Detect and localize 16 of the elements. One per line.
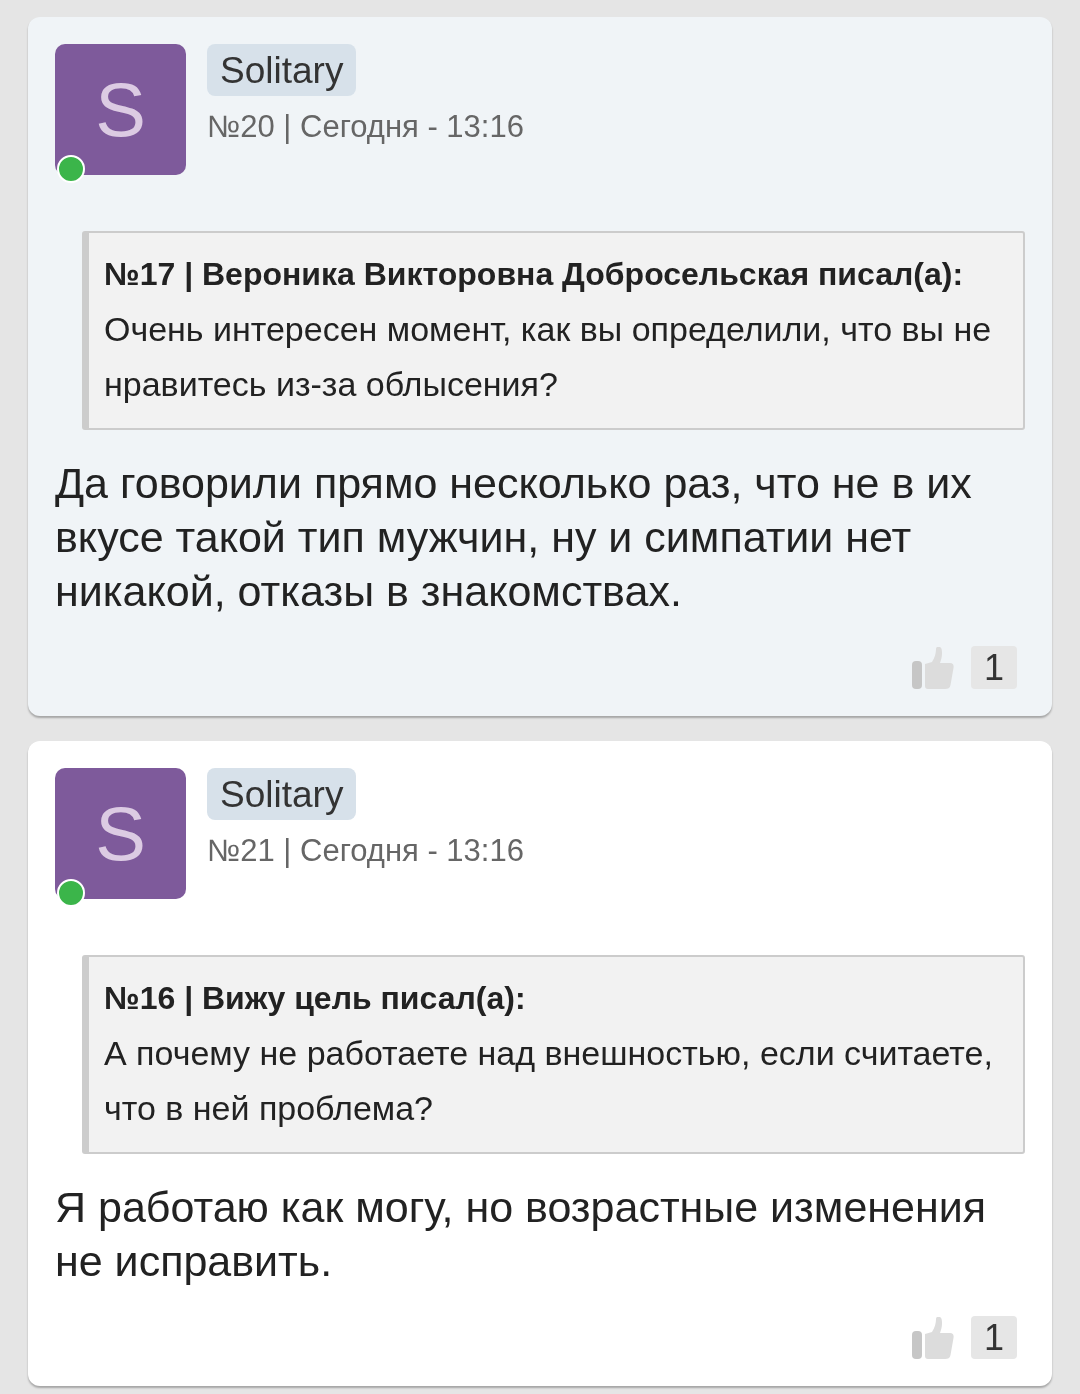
- author-name[interactable]: Solitary: [207, 768, 357, 820]
- post-text: Я работаю как могу, но возрастные изменения не исправить.: [55, 1182, 987, 1287]
- post-meta: №20 | Сегодня - 13:16: [207, 108, 524, 146]
- user-avatar[interactable]: S: [55, 768, 186, 899]
- thumbs-up-icon[interactable]: [912, 1316, 954, 1359]
- post-text: Да говорили прямо несколько раз, что не в их вкусе такой тип мужчин, ну и симпатии нет никакой, отказы в знакомствах.: [55, 458, 973, 617]
- quote-heading: №17 | Вероника Викторовна Добросельская писал(а):: [104, 255, 965, 294]
- thumbs-up-icon[interactable]: [912, 646, 954, 689]
- like-count: 1: [971, 1316, 1017, 1359]
- quote-text: Очень интересен момент, как вы определили, что вы не нравитесь из-за облысения?: [104, 309, 993, 405]
- post-meta: №21 | Сегодня - 13:16: [207, 832, 524, 870]
- quote-heading: №16 | Вижу цель писал(а):: [104, 979, 527, 1018]
- like-count: 1: [971, 646, 1017, 689]
- user-avatar[interactable]: S: [55, 44, 186, 175]
- quote-text: А почему не работаете над внешностью, если считаете, что в ней проблема?: [104, 1033, 994, 1129]
- author-name[interactable]: Solitary: [207, 44, 357, 96]
